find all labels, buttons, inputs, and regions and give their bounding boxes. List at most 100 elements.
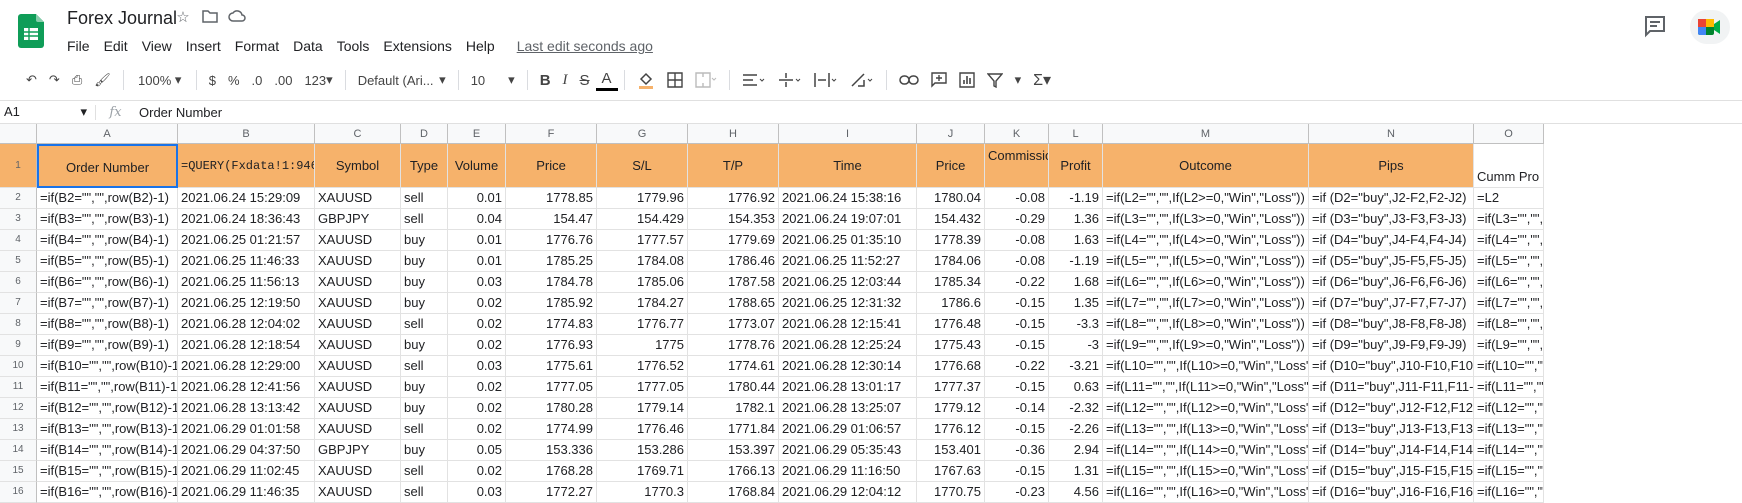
table-cell[interactable]: 1777.37 <box>917 377 985 398</box>
table-cell[interactable]: 0.01 <box>448 251 506 272</box>
star-icon[interactable]: ☆ <box>174 9 192 27</box>
table-cell[interactable]: 0.63 <box>1049 377 1103 398</box>
table-cell[interactable]: 1.68 <box>1049 272 1103 293</box>
table-cell[interactable]: 1774.99 <box>506 419 597 440</box>
table-cell[interactable]: 2021.06.24 19:07:01 <box>779 209 917 230</box>
header-cell[interactable]: Cumm Pro <box>1474 144 1544 188</box>
table-cell[interactable]: =if(B6="","",row(B6)-1) <box>37 272 178 293</box>
table-cell[interactable]: =if(L5="","",If(L5>=0,"Win","Loss")) <box>1103 251 1309 272</box>
insert-comment-icon[interactable] <box>925 67 953 93</box>
borders-icon[interactable] <box>661 67 689 93</box>
table-cell[interactable]: 153.286 <box>597 440 688 461</box>
table-cell[interactable]: =if(L7="","",O <box>1474 293 1544 314</box>
table-cell[interactable]: buy <box>401 293 448 314</box>
table-cell[interactable]: 1774.83 <box>506 314 597 335</box>
table-cell[interactable]: =if(B2="","",row(B2)-1) <box>37 188 178 209</box>
table-cell[interactable]: 1785.25 <box>506 251 597 272</box>
table-cell[interactable]: 1780.04 <box>917 188 985 209</box>
column-header-c[interactable]: C <box>315 124 401 144</box>
menu-help[interactable]: Help <box>459 35 502 57</box>
filter-icon[interactable] <box>981 67 1009 93</box>
header-cell[interactable]: Commission <box>985 144 1049 188</box>
table-cell[interactable]: 1776.48 <box>917 314 985 335</box>
table-cell[interactable]: 2021.06.28 12:04:02 <box>178 314 315 335</box>
table-cell[interactable]: -0.15 <box>985 293 1049 314</box>
table-cell[interactable]: =if(L4="","",O <box>1474 230 1544 251</box>
table-cell[interactable]: -1.19 <box>1049 251 1103 272</box>
name-box[interactable]: A1 ▾ <box>0 104 95 120</box>
column-header-j[interactable]: J <box>917 124 985 144</box>
table-cell[interactable]: =if(B4="","",row(B4)-1) <box>37 230 178 251</box>
table-cell[interactable]: 1785.92 <box>506 293 597 314</box>
table-cell[interactable]: 1779.69 <box>688 230 779 251</box>
strikethrough-button[interactable]: S <box>574 67 596 93</box>
header-cell[interactable]: Type <box>401 144 448 188</box>
table-cell[interactable]: =if(B14="","",row(B14)-1) <box>37 440 178 461</box>
table-cell[interactable]: 0.03 <box>448 482 506 503</box>
table-cell[interactable]: =if(L10="","", <box>1474 356 1544 377</box>
table-cell[interactable]: 1780.28 <box>506 398 597 419</box>
number-format-select[interactable]: 123 ▾ <box>298 67 338 93</box>
table-cell[interactable]: XAUUSD <box>315 272 401 293</box>
table-cell[interactable]: sell <box>401 482 448 503</box>
column-header-g[interactable]: G <box>597 124 688 144</box>
table-cell[interactable]: =if(L2="","",If(L2>=0,"Win","Loss")) <box>1103 188 1309 209</box>
table-cell[interactable]: 1773.07 <box>688 314 779 335</box>
table-cell[interactable]: 2021.06.29 11:46:35 <box>178 482 315 503</box>
table-cell[interactable]: XAUUSD <box>315 377 401 398</box>
table-cell[interactable]: =if (D9="buy",J9-F9,F9-J9) <box>1309 335 1474 356</box>
table-cell[interactable]: 2021.06.25 01:35:10 <box>779 230 917 251</box>
merge-cells-icon[interactable] <box>689 67 723 93</box>
table-cell[interactable]: =if(B15="","",row(B15)-1) <box>37 461 178 482</box>
move-folder-icon[interactable] <box>201 9 219 27</box>
table-cell[interactable]: 2021.06.29 04:37:50 <box>178 440 315 461</box>
table-cell[interactable]: 1768.84 <box>688 482 779 503</box>
text-color-button[interactable]: A <box>595 69 618 91</box>
menu-edit[interactable]: Edit <box>97 35 135 57</box>
table-cell[interactable]: 0.03 <box>448 272 506 293</box>
meet-icon[interactable] <box>1690 10 1730 44</box>
menu-data[interactable]: Data <box>286 35 330 57</box>
table-cell[interactable]: 1779.96 <box>597 188 688 209</box>
table-cell[interactable]: 1779.12 <box>917 398 985 419</box>
column-header-b[interactable]: B <box>178 124 315 144</box>
header-cell[interactable]: Price <box>506 144 597 188</box>
table-cell[interactable]: 2021.06.28 12:15:41 <box>779 314 917 335</box>
table-cell[interactable]: -2.32 <box>1049 398 1103 419</box>
formula-input[interactable]: Order Number <box>135 105 222 120</box>
table-cell[interactable]: =if (D11="buy",J11-F11,F11-J <box>1309 377 1474 398</box>
table-cell[interactable]: =if(L3="","",O <box>1474 209 1544 230</box>
table-cell[interactable]: =if(L5="","",O <box>1474 251 1544 272</box>
font-select[interactable]: Default (Ari... ▾ <box>352 67 452 93</box>
table-cell[interactable]: 2021.06.24 18:36:43 <box>178 209 315 230</box>
document-title[interactable]: Forex Journal <box>67 8 177 29</box>
table-cell[interactable]: 0.05 <box>448 440 506 461</box>
table-cell[interactable]: 2021.06.25 12:31:32 <box>779 293 917 314</box>
table-cell[interactable]: =if(B9="","",row(B9)-1) <box>37 335 178 356</box>
last-edit-link[interactable]: Last edit seconds ago <box>510 35 660 57</box>
select-all-corner[interactable] <box>0 124 37 144</box>
table-cell[interactable]: -0.23 <box>985 482 1049 503</box>
table-cell[interactable]: -0.15 <box>985 314 1049 335</box>
table-cell[interactable]: sell <box>401 314 448 335</box>
table-cell[interactable]: 1776.12 <box>917 419 985 440</box>
table-cell[interactable]: 2021.06.29 01:01:58 <box>178 419 315 440</box>
table-cell[interactable]: 2021.06.29 01:06:57 <box>779 419 917 440</box>
column-header-m[interactable]: M <box>1103 124 1309 144</box>
table-cell[interactable]: 2021.06.28 12:25:24 <box>779 335 917 356</box>
column-header-a[interactable]: A <box>37 124 178 144</box>
row-number[interactable]: 1 <box>0 144 37 188</box>
row-number[interactable]: 11 <box>0 377 37 398</box>
table-cell[interactable]: =if (D10="buy",J10-F10,F10-J <box>1309 356 1474 377</box>
table-cell[interactable]: =if(L16="","",If(L16>=0,"Win","Loss")) <box>1103 482 1309 503</box>
table-cell[interactable]: =if(L8="","",O <box>1474 314 1544 335</box>
table-cell[interactable]: 0.01 <box>448 230 506 251</box>
table-cell[interactable]: 1776.46 <box>597 419 688 440</box>
table-cell[interactable]: =if(L10="","",If(L10>=0,"Win","Loss")) <box>1103 356 1309 377</box>
table-cell[interactable]: 154.47 <box>506 209 597 230</box>
row-number[interactable]: 4 <box>0 230 37 251</box>
table-cell[interactable]: 1787.58 <box>688 272 779 293</box>
table-cell[interactable]: -0.15 <box>985 461 1049 482</box>
table-cell[interactable]: =if(B7="","",row(B7)-1) <box>37 293 178 314</box>
table-cell[interactable]: 1767.63 <box>917 461 985 482</box>
